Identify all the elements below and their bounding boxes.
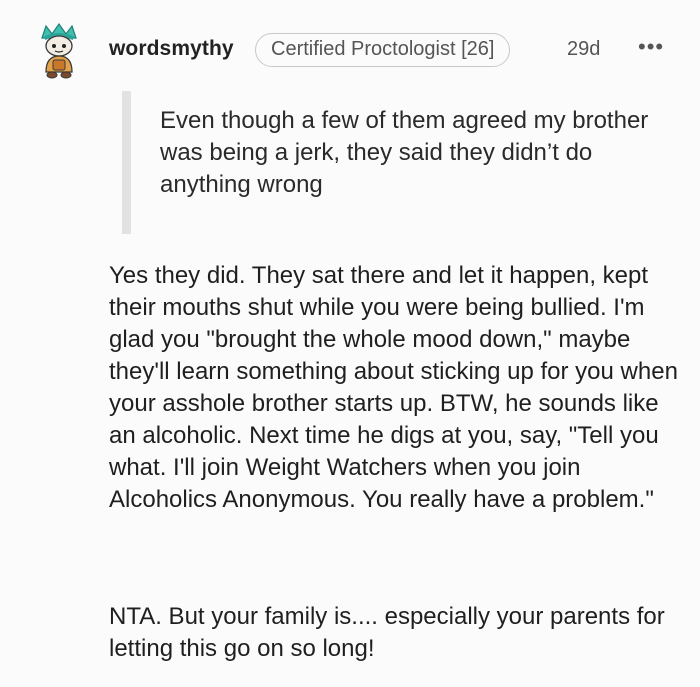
snoo-avatar-icon[interactable] xyxy=(36,22,82,82)
comment: wordsmythy Certified Proctologist [26] 2… xyxy=(0,0,700,687)
more-horizontal-icon[interactable]: ••• xyxy=(638,36,664,58)
comment-header: wordsmythy Certified Proctologist [26] 2… xyxy=(0,0,700,90)
blockquote-bar xyxy=(122,91,131,234)
user-flair: Certified Proctologist [26] xyxy=(255,33,511,67)
comment-paragraph-2: NTA. But your family is.... especially y… xyxy=(109,603,665,662)
blockquote-text: Even though a few of them agreed my brot… xyxy=(160,107,649,198)
comment-paragraph-1: Yes they did. They sat there and let it … xyxy=(109,262,678,513)
username[interactable]: wordsmythy xyxy=(109,37,234,61)
comment-age: 29d xyxy=(567,38,601,60)
